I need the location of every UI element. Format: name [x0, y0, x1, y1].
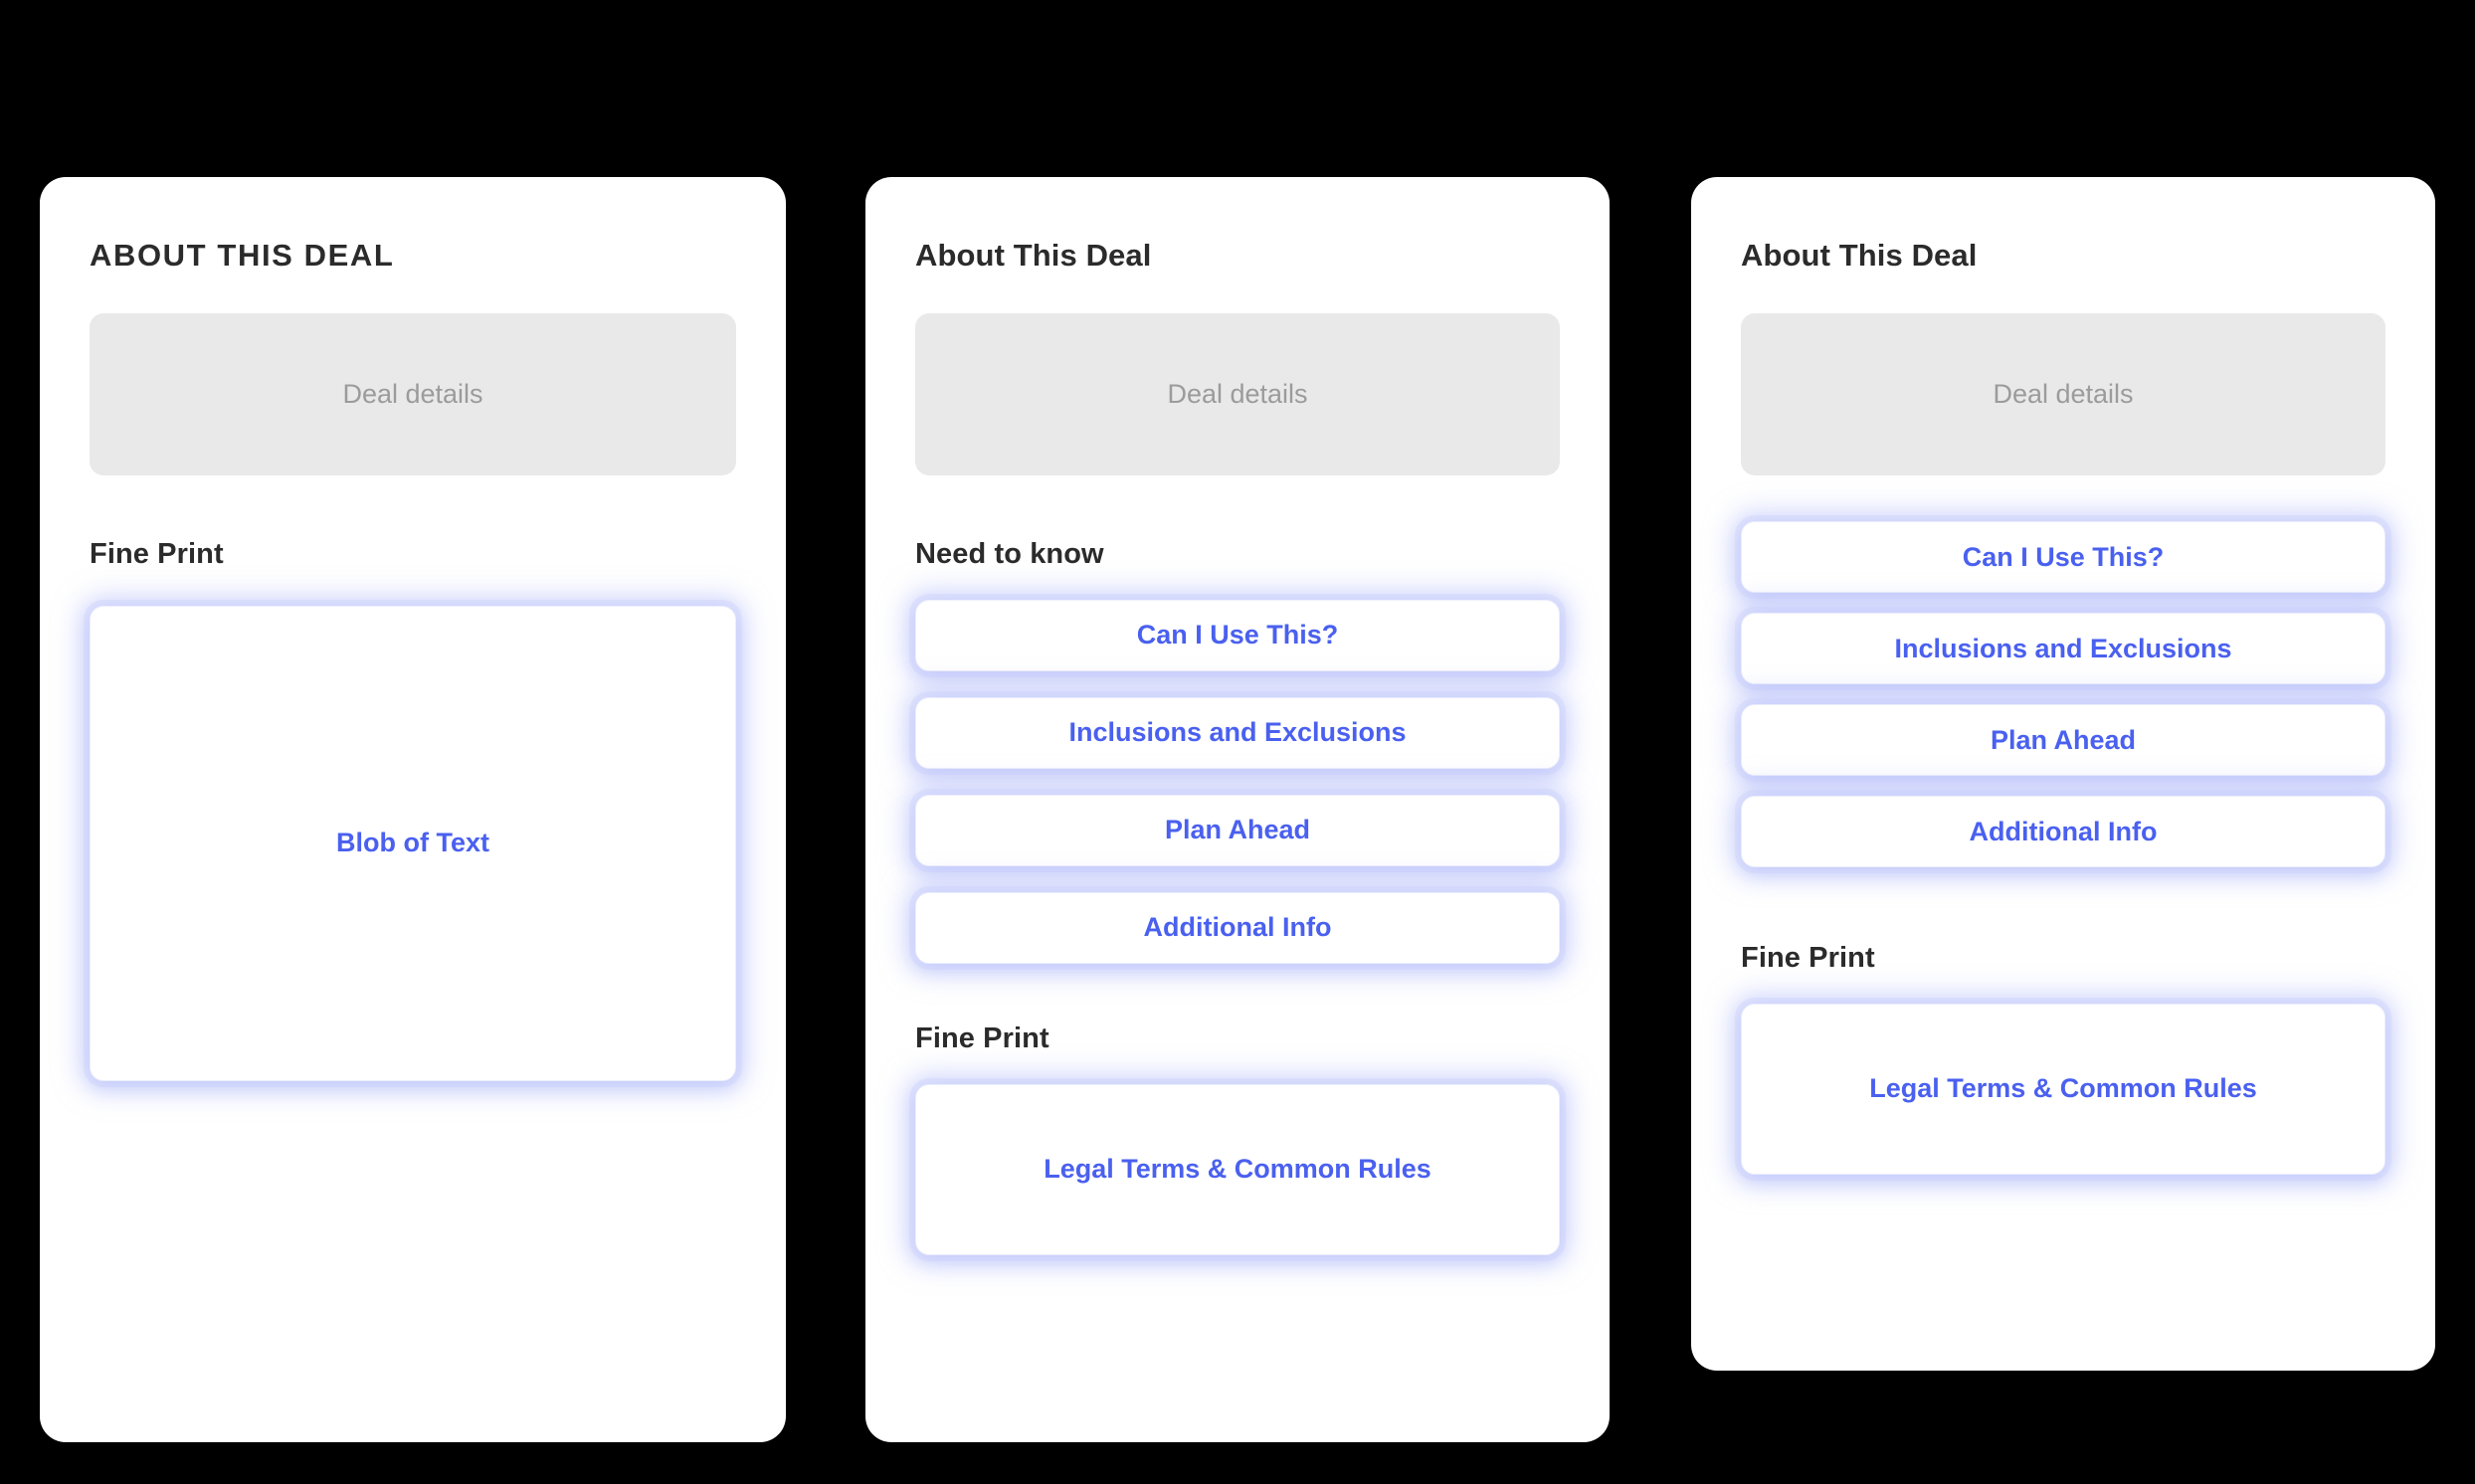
deal-card-variant-3: About This Deal Deal details Can I Use T… — [1691, 177, 2435, 1371]
fine-print-heading: Fine Print — [915, 1021, 1049, 1054]
about-this-deal-heading: ABOUT THIS DEAL — [90, 238, 395, 273]
deal-card-variant-2: About This Deal Deal details Need to kno… — [865, 177, 1610, 1442]
need-to-know-item-can-i-use-this[interactable]: Can I Use This? — [915, 599, 1560, 671]
need-to-know-item-additional-info[interactable]: Additional Info — [1741, 796, 2385, 868]
need-to-know-item-label: Plan Ahead — [1164, 815, 1311, 845]
deal-details-placeholder-label: Deal details — [1993, 379, 2134, 410]
need-to-know-button-list: Can I Use This? Inclusions and Exclusion… — [1741, 521, 2385, 868]
need-to-know-button-list: Can I Use This? Inclusions and Exclusion… — [915, 599, 1560, 964]
need-to-know-heading: Need to know — [915, 538, 1104, 571]
fine-print-heading: Fine Print — [90, 538, 224, 571]
deal-details-placeholder: Deal details — [1741, 313, 2385, 476]
need-to-know-item-additional-info[interactable]: Additional Info — [915, 891, 1560, 964]
fine-print-blob-label: Blob of Text — [336, 828, 489, 858]
fine-print-heading: Fine Print — [1741, 942, 1875, 975]
about-this-deal-heading: About This Deal — [1741, 238, 1978, 273]
deal-details-placeholder: Deal details — [90, 313, 736, 476]
about-this-deal-heading: About This Deal — [915, 238, 1152, 273]
need-to-know-item-inclusions-and-exclusions[interactable]: Inclusions and Exclusions — [1741, 613, 2385, 685]
fine-print-legal-terms-button[interactable]: Legal Terms & Common Rules — [1741, 1003, 2385, 1175]
deal-details-placeholder-label: Deal details — [342, 379, 483, 410]
need-to-know-item-label: Plan Ahead — [1990, 724, 2137, 755]
deal-details-placeholder-label: Deal details — [1167, 379, 1308, 410]
need-to-know-item-label: Can I Use This? — [1136, 620, 1339, 650]
need-to-know-item-label: Additional Info — [1143, 912, 1332, 943]
deal-card-variant-1: ABOUT THIS DEAL Deal details Fine Print … — [40, 177, 786, 1442]
need-to-know-item-label: Inclusions and Exclusions — [1894, 633, 2232, 663]
fine-print-legal-terms-label: Legal Terms & Common Rules — [1869, 1073, 2257, 1104]
need-to-know-item-label: Additional Info — [1969, 816, 2158, 846]
need-to-know-item-plan-ahead[interactable]: Plan Ahead — [1741, 704, 2385, 777]
deal-details-placeholder: Deal details — [915, 313, 1560, 476]
need-to-know-item-label: Inclusions and Exclusions — [1068, 717, 1407, 748]
design-comparison-canvas: ABOUT THIS DEAL Deal details Fine Print … — [0, 0, 2475, 1484]
fine-print-legal-terms-label: Legal Terms & Common Rules — [1044, 1154, 1431, 1185]
fine-print-legal-terms-button[interactable]: Legal Terms & Common Rules — [915, 1083, 1560, 1255]
need-to-know-item-inclusions-and-exclusions[interactable]: Inclusions and Exclusions — [915, 696, 1560, 769]
fine-print-blob-button[interactable]: Blob of Text — [90, 605, 736, 1081]
need-to-know-item-label: Can I Use This? — [1962, 541, 2165, 572]
need-to-know-item-can-i-use-this[interactable]: Can I Use This? — [1741, 521, 2385, 594]
need-to-know-item-plan-ahead[interactable]: Plan Ahead — [915, 794, 1560, 866]
